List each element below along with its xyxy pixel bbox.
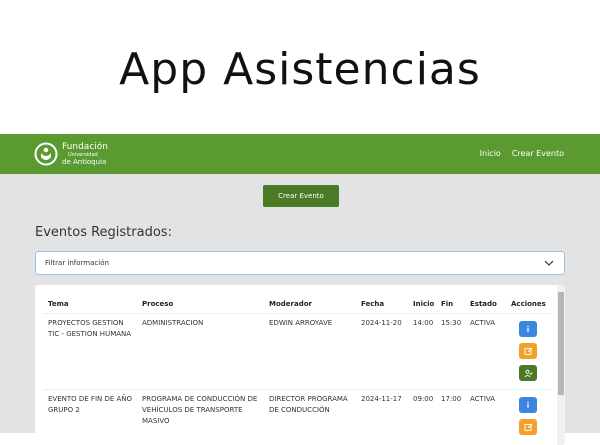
filter-placeholder: Filtrar información (45, 259, 109, 267)
user-check-icon (523, 369, 533, 377)
logo-emblem-icon (34, 142, 58, 166)
chevron-down-icon (544, 260, 554, 266)
header-divider (43, 313, 551, 314)
info-button[interactable] (519, 397, 537, 413)
logo-line-2: Universidad (68, 151, 98, 158)
events-table: Tema Proceso Moderador Fecha Inicio Fin … (35, 285, 565, 445)
cell-estado: ACTIVA (470, 395, 496, 403)
nav-links: Inicio Crear Evento (480, 149, 564, 158)
cell-moderador: DIRECTOR PROGRAMA DE CONDUCCIÓN (269, 395, 348, 414)
header-inicio: Inicio (413, 300, 435, 308)
nav-link-crear-evento[interactable]: Crear Evento (512, 149, 564, 158)
header-fin: Fin (441, 300, 454, 308)
cell-inicio: 09:00 (413, 395, 434, 403)
nav-link-inicio[interactable]: Inicio (480, 149, 501, 158)
edit-icon (524, 347, 532, 355)
header-proceso: Proceso (142, 300, 174, 308)
attendees-button[interactable] (519, 365, 537, 381)
logo-line-1: Fundación (62, 141, 108, 152)
edit-button[interactable] (519, 343, 537, 359)
scrollbar-thumb[interactable] (558, 292, 564, 395)
row-divider (43, 389, 551, 390)
cell-inicio: 14:00 (413, 319, 434, 327)
main-content: Crear Evento Eventos Registrados: Filtra… (0, 174, 600, 445)
filter-select[interactable]: Filtrar información (35, 251, 565, 275)
create-event-button[interactable]: Crear Evento (263, 185, 339, 207)
cell-fin: 17:00 (441, 395, 462, 403)
info-icon (527, 401, 529, 408)
cell-moderador: EDWIN ARROYAVE (269, 319, 333, 327)
cell-proceso: PROGRAMA DE CONDUCCIÓN DE VEHÍCULOS DE TR… (142, 395, 258, 425)
cell-fecha: 2024-11-17 (361, 395, 402, 403)
cell-estado: ACTIVA (470, 319, 496, 327)
cell-fin: 15:30 (441, 319, 462, 327)
cell-fecha: 2024-11-20 (361, 319, 402, 327)
cell-tema: PROYECTOS GESTION TIC - GESTION HUMANA (48, 319, 132, 338)
logo-text: Fundación Universidad de Antioquia (62, 141, 108, 166)
app-title: App Asistencias (119, 44, 481, 95)
header-acciones: Acciones (511, 300, 546, 308)
header-moderador: Moderador (269, 300, 312, 308)
header-fecha: Fecha (361, 300, 385, 308)
brand-logo[interactable]: Fundación Universidad de Antioquia (34, 140, 108, 168)
info-button[interactable] (519, 321, 537, 337)
info-icon (527, 325, 529, 332)
header-tema: Tema (48, 300, 69, 308)
cell-proceso: ADMINISTRACION (142, 319, 204, 327)
edit-icon (524, 423, 532, 431)
header-estado: Estado (470, 300, 497, 308)
table-scrollbar[interactable] (557, 285, 565, 445)
navbar: Fundación Universidad de Antioquia Inici… (0, 134, 600, 174)
logo-line-3: de Antioquia (62, 157, 107, 166)
cell-tema: EVENTO DE FIN DE AÑO GRUPO 2 (48, 395, 133, 414)
section-title: Eventos Registrados: (35, 225, 172, 240)
